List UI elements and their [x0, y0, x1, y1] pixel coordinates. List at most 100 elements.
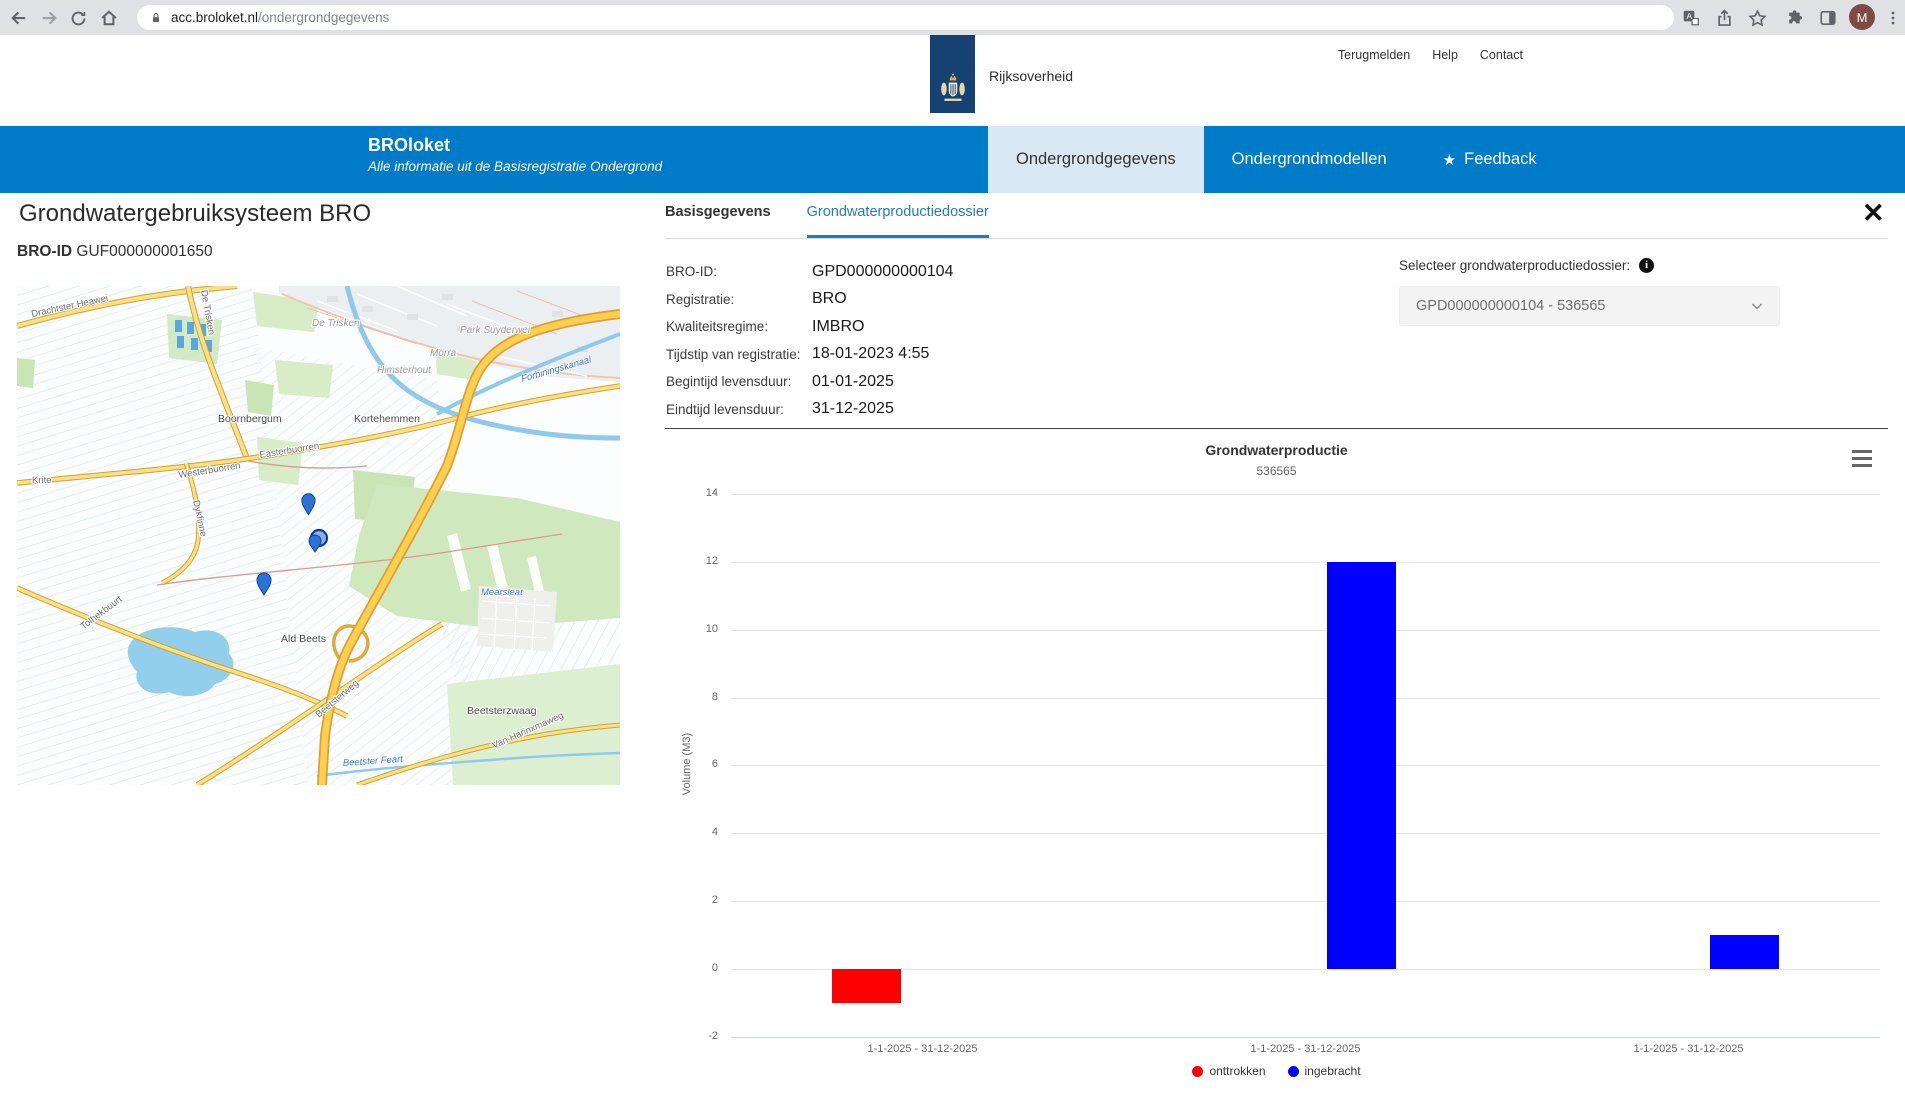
translate-icon[interactable]: A	[1680, 7, 1702, 29]
gridline	[731, 494, 1880, 495]
map-label: Ald Beets	[281, 633, 326, 645]
bro-id-value: GUF000000001650	[76, 243, 212, 260]
legend-dot	[1288, 1066, 1299, 1077]
brand[interactable]: BROloket Alle informatie uit de Basisreg…	[368, 135, 662, 174]
rijksoverheid-logo-icon	[930, 35, 975, 113]
tab-basisgegevens[interactable]: Basisgegevens	[665, 204, 771, 238]
profile-avatar[interactable]: M	[1849, 4, 1875, 30]
gridline	[731, 969, 1880, 970]
gridline	[731, 698, 1880, 699]
chart-bar-ingebracht	[1710, 935, 1779, 969]
field-row: Registratie:BRO	[666, 286, 953, 314]
legend-item-onttrokken[interactable]: onttrokken	[1192, 1064, 1265, 1078]
production-chart: Grondwaterproductie 536565 Volume (M3) 1…	[665, 440, 1888, 1105]
y-tick-label: -2	[672, 1030, 718, 1042]
menu-kebab-icon[interactable]	[1882, 7, 1904, 29]
forward-icon[interactable]	[38, 7, 60, 29]
close-icon[interactable]: ✕	[1862, 200, 1885, 227]
home-icon[interactable]	[98, 7, 120, 29]
lock-icon	[149, 11, 163, 25]
nav-tab-ondergrondgegevens[interactable]: Ondergrondgegevens	[988, 126, 1204, 193]
brand-tagline: Alle informatie uit de Basisregistratie …	[368, 159, 662, 174]
bookmark-star-icon[interactable]	[1746, 7, 1768, 29]
y-tick-label: 8	[672, 691, 718, 703]
extensions-puzzle-icon[interactable]	[1784, 7, 1806, 29]
reload-icon[interactable]	[67, 7, 89, 29]
field-value: GPD000000000104	[812, 263, 953, 281]
nav-tab-ondergrondmodellen[interactable]: Ondergrondmodellen	[1204, 126, 1415, 193]
y-tick-label: 14	[672, 487, 718, 499]
legend-dot	[1192, 1066, 1203, 1077]
map-label: Park Suyderwei	[460, 325, 531, 336]
brand-title: BROloket	[368, 135, 662, 156]
field-value: 18-01-2023 4:55	[812, 345, 929, 363]
field-row: Eindtijd levensduur:31-12-2025	[666, 396, 953, 424]
field-row: Kwaliteitsregime:IMBRO	[666, 313, 953, 341]
gridline	[731, 765, 1880, 766]
share-icon[interactable]	[1713, 7, 1735, 29]
legend-label: onttrokken	[1209, 1064, 1265, 1078]
field-label: Registratie:	[666, 292, 812, 307]
map-label: Himsterhout	[377, 365, 432, 376]
chart-subtitle: 536565	[665, 464, 1888, 478]
map-label: De Trisken	[312, 318, 360, 329]
detail-fields: BRO-ID:GPD000000000104Registratie:BROKwa…	[666, 258, 953, 423]
chart-title: Grondwaterproductie	[665, 442, 1888, 458]
map[interactable]: Drachtster HeaweiDe TriskenDe TriskenPar…	[17, 286, 620, 785]
header-link-terugmelden[interactable]: Terugmelden	[1338, 48, 1410, 62]
dossier-selector: Selecteer grondwaterproductiedossier: i …	[1399, 258, 1819, 326]
chevron-down-icon	[1749, 298, 1765, 314]
chart-bar-ingebracht	[1327, 562, 1396, 969]
map-canvas[interactable]: Drachtster HeaweiDe TriskenDe TriskenPar…	[17, 286, 620, 785]
map-label: Krite	[32, 475, 52, 486]
gridline	[731, 630, 1880, 631]
section-divider	[665, 428, 1888, 429]
field-row: Begintijd levensduur:01-01-2025	[666, 368, 953, 396]
nav-tab-label: Ondergrondmodellen	[1232, 150, 1387, 169]
field-label: Tijdstip van registratie:	[666, 347, 812, 362]
legend-item-ingebracht[interactable]: ingebracht	[1288, 1064, 1361, 1078]
logo-wordmark: Rijksoverheid	[989, 68, 1073, 84]
map-label: Kortehemmen	[354, 413, 420, 425]
header-link-contact[interactable]: Contact	[1480, 48, 1523, 62]
info-icon[interactable]: i	[1639, 258, 1654, 273]
nav-tab-feedback[interactable]: ★ Feedback	[1415, 126, 1565, 193]
side-panel-icon[interactable]	[1817, 7, 1839, 29]
field-label: Eindtijd levensduur:	[666, 402, 812, 417]
field-value: 01-01-2025	[812, 373, 894, 391]
main-nav: BROloket Alle informatie uit de Basisreg…	[0, 126, 1905, 193]
url-bar[interactable]: acc.broloket.nl/ondergrondgegevens	[137, 5, 1674, 30]
tab-grondwaterproductiedossier[interactable]: Grondwaterproductiedossier	[807, 204, 989, 238]
url-text: acc.broloket.nl/ondergrondgegevens	[171, 10, 389, 25]
nav-tab-label: Feedback	[1464, 150, 1536, 169]
header-link-help[interactable]: Help	[1432, 48, 1458, 62]
y-tick-label: 6	[672, 758, 718, 770]
y-tick-label: 0	[672, 962, 718, 974]
map-label: Morra	[430, 348, 457, 359]
dossier-select[interactable]: GPD000000000104 - 536565	[1399, 286, 1780, 326]
page-title: Grondwatergebruiksysteem BRO	[19, 200, 371, 228]
map-label: Boornbergum	[218, 413, 282, 425]
back-icon[interactable]	[8, 7, 30, 29]
bro-id-label: BRO-ID	[17, 243, 72, 260]
field-label: BRO-ID:	[666, 264, 812, 279]
dossier-select-value: GPD000000000104 - 536565	[1416, 298, 1605, 314]
y-tick-label: 10	[672, 623, 718, 635]
gridline	[731, 833, 1880, 834]
bro-id-line: BRO-ID GUF000000001650	[17, 243, 213, 261]
chart-menu-hamburger-icon[interactable]	[1852, 450, 1872, 467]
y-tick-label: 12	[672, 555, 718, 567]
field-value: BRO	[812, 290, 847, 308]
browser-chrome: acc.broloket.nl/ondergrondgegevens A M	[0, 0, 1905, 35]
nav-tab-label: Ondergrondgegevens	[1016, 150, 1176, 169]
x-category-label: 1-1-2025 - 31-12-2025	[1569, 1043, 1809, 1055]
legend-label: ingebracht	[1305, 1064, 1361, 1078]
star-icon: ★	[1443, 151, 1456, 169]
gov-header: Rijksoverheid Terugmelden Help Contact	[0, 35, 1905, 126]
gridline	[731, 562, 1880, 563]
map-label: Mearsleat	[481, 587, 523, 598]
header-links: Terugmelden Help Contact	[1338, 48, 1523, 62]
y-tick-label: 2	[672, 894, 718, 906]
field-value: IMBRO	[812, 318, 864, 336]
app: acc.broloket.nl/ondergrondgegevens A M	[0, 0, 1905, 1111]
